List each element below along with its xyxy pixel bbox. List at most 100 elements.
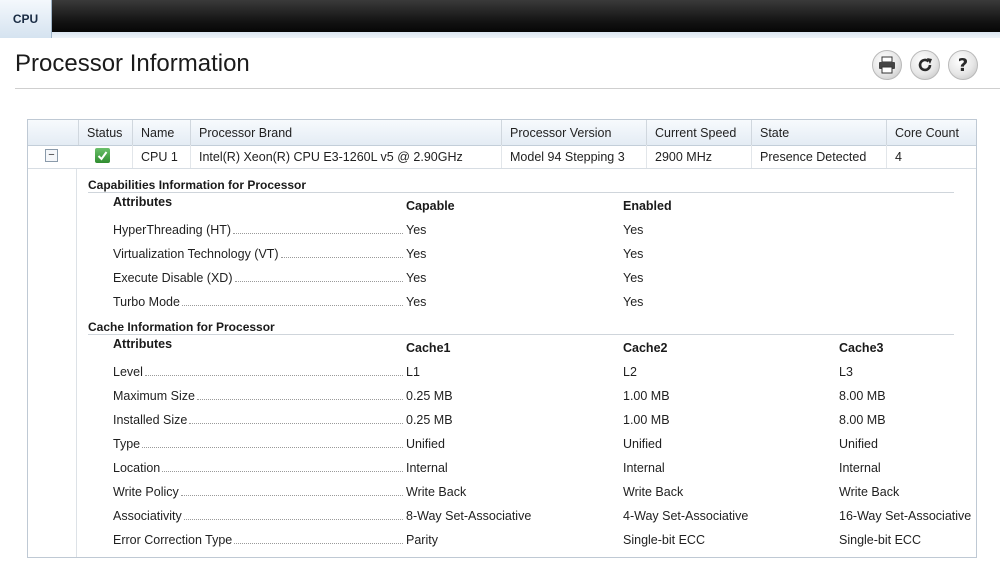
cache-row: Level	[113, 363, 403, 379]
capability-label: HyperThreading (HT)	[113, 223, 232, 237]
cache-attribute-label: Error Correction Type	[113, 533, 233, 547]
dot-leader	[280, 257, 403, 258]
header-state[interactable]: State	[751, 120, 886, 145]
cache2-value: Internal	[623, 461, 665, 475]
cache3-value: L3	[839, 365, 853, 379]
header-expand	[28, 120, 78, 145]
cache-row: Error Correction Type	[113, 531, 403, 547]
refresh-button[interactable]	[910, 50, 940, 80]
cache2-value: Single-bit ECC	[623, 533, 705, 547]
dot-leader	[189, 423, 403, 424]
help-icon: ?	[957, 54, 969, 76]
cache2-value: L2	[623, 365, 637, 379]
print-button[interactable]	[872, 50, 902, 80]
enabled-value: Yes	[623, 223, 644, 237]
cache1-value: L1	[406, 365, 420, 379]
cache3-header: Cache3	[839, 341, 884, 355]
detail-gutter	[76, 169, 77, 557]
cache2-value: Unified	[623, 437, 662, 451]
header-processor-version[interactable]: Processor Version	[501, 120, 646, 145]
cache1-header: Cache1	[406, 341, 451, 355]
cell-core-count: 4	[886, 145, 976, 169]
header-current-speed[interactable]: Current Speed	[646, 120, 751, 145]
dot-leader	[234, 281, 403, 282]
tab-cpu[interactable]: CPU	[0, 0, 52, 38]
cache3-value: 16-Way Set-Associative	[839, 509, 972, 523]
enabled-value: Yes	[623, 247, 644, 261]
cache3-value: Internal	[839, 461, 881, 475]
cache3-value: Unified	[839, 437, 878, 451]
dot-leader	[234, 543, 403, 544]
cache1-value: Write Back	[406, 485, 467, 499]
toolbar: ?	[872, 50, 978, 80]
header-processor-brand[interactable]: Processor Brand	[190, 120, 501, 145]
capable-header: Capable	[406, 199, 455, 213]
enabled-value: Yes	[623, 295, 644, 309]
capability-row: Virtualization Technology (VT)	[113, 245, 403, 261]
enabled-header: Enabled	[623, 199, 672, 213]
cache-attribute-label: Location	[113, 461, 161, 475]
cell-brand: Intel(R) Xeon(R) CPU E3-1260L v5 @ 2.90G…	[190, 145, 501, 169]
help-button[interactable]: ?	[948, 50, 978, 80]
cell-state: Presence Detected	[751, 145, 886, 169]
enabled-value: Yes	[623, 271, 644, 285]
cache1-value: Internal	[406, 461, 448, 475]
cache2-header: Cache2	[623, 341, 668, 355]
cache-attribute-label: Type	[113, 437, 141, 451]
capability-label: Turbo Mode	[113, 295, 180, 309]
cell-speed: 2900 MHz	[646, 145, 751, 169]
cache-divider	[88, 334, 954, 335]
cache-attribute-label: Write Policy	[113, 485, 179, 499]
cache2-value: 1.00 MB	[623, 389, 670, 403]
cache2-value: 4-Way Set-Associative	[623, 509, 749, 523]
cache-row: Location	[113, 459, 403, 475]
cache3-value: 8.00 MB	[839, 389, 886, 403]
dot-leader	[180, 495, 403, 496]
header-core-count[interactable]: Core Count	[886, 120, 976, 145]
cache1-value: Parity	[406, 533, 438, 547]
dot-leader	[162, 471, 403, 472]
capable-value: Yes	[406, 295, 427, 309]
printer-icon	[879, 56, 895, 74]
check-icon	[95, 148, 110, 163]
cache-row: Type	[113, 435, 403, 451]
dot-leader	[144, 375, 403, 376]
capabilities-section-title: Capabilities Information for Processor	[88, 178, 307, 192]
dot-leader	[142, 447, 403, 448]
title-divider	[15, 88, 1000, 89]
capability-row: Turbo Mode	[113, 293, 403, 309]
cache-section-title: Cache Information for Processor	[88, 320, 275, 334]
page-title: Processor Information	[15, 50, 250, 77]
dot-leader	[233, 233, 403, 234]
capabilities-divider	[88, 192, 954, 193]
cell-name: CPU 1	[132, 145, 190, 169]
tab-bar: CPU	[0, 0, 1000, 38]
cell-version: Model 94 Stepping 3	[501, 145, 646, 169]
cache3-value: 8.00 MB	[839, 413, 886, 427]
cache3-value: Single-bit ECC	[839, 533, 921, 547]
cache2-value: 1.00 MB	[623, 413, 670, 427]
cache-row: Write Policy	[113, 483, 403, 499]
cache1-value: 0.25 MB	[406, 413, 453, 427]
dot-leader	[196, 399, 403, 400]
cache-attribute-label: Installed Size	[113, 413, 188, 427]
dot-leader	[181, 305, 403, 306]
cache-row: Maximum Size	[113, 387, 403, 403]
cache1-value: 0.25 MB	[406, 389, 453, 403]
cache-attribute-label: Associativity	[113, 509, 182, 523]
capability-label: Execute Disable (XD)	[113, 271, 233, 285]
header-status[interactable]: Status	[78, 120, 132, 145]
cache3-value: Write Back	[839, 485, 900, 499]
refresh-icon	[918, 58, 932, 72]
capability-row: Execute Disable (XD)	[113, 269, 403, 285]
cache1-value: 8-Way Set-Associative	[406, 509, 532, 523]
collapse-toggle-button[interactable]: −	[45, 149, 58, 162]
capable-value: Yes	[406, 247, 427, 261]
cache2-value: Write Back	[623, 485, 684, 499]
cache-attributes-header: Attributes	[113, 337, 173, 351]
cache1-value: Unified	[406, 437, 445, 451]
capabilities-attributes-header: Attributes	[113, 195, 173, 209]
cache-attribute-label: Level	[113, 365, 143, 379]
header-name[interactable]: Name	[132, 120, 190, 145]
cache-row: Associativity	[113, 507, 403, 523]
